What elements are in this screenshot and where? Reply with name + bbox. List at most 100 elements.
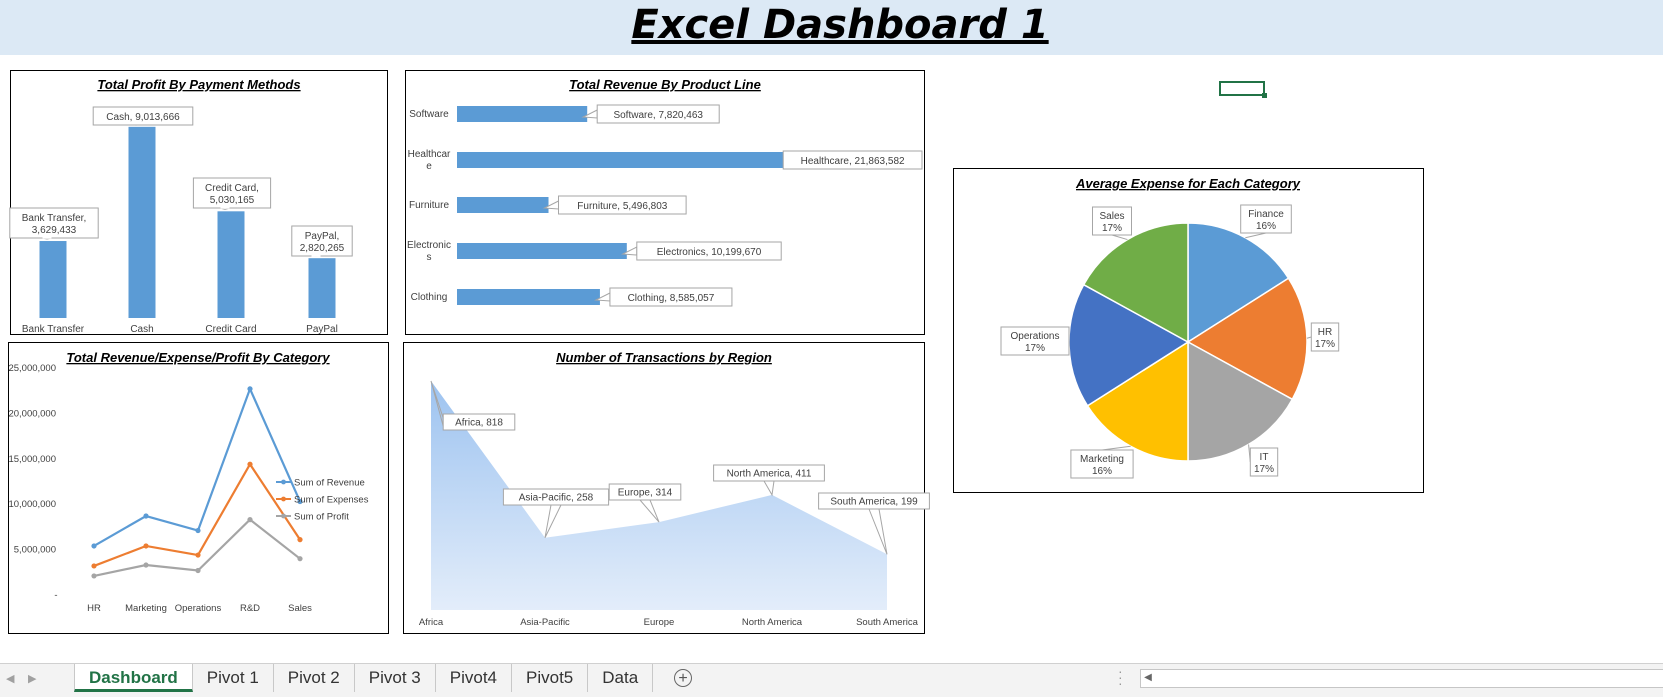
x-tick-label: R&D <box>240 603 260 614</box>
sheet-tab-pivot4[interactable]: Pivot4 <box>436 664 512 692</box>
slice-name: IT <box>1260 452 1269 463</box>
data-point <box>195 528 200 533</box>
bar-software <box>457 106 587 122</box>
sheet-tabs: DashboardPivot 1Pivot 2Pivot 3Pivot4Pivo… <box>74 664 653 692</box>
x-tick-label: Asia-Pacific <box>520 617 570 628</box>
data-point <box>143 513 148 518</box>
y-tick-label: Software <box>409 109 449 120</box>
bar-paypal <box>309 258 336 318</box>
sheet-tab-data[interactable]: Data <box>588 664 653 692</box>
data-label: 2,820,265 <box>300 243 345 254</box>
splitter-dots-icon[interactable]: ··· <box>1118 668 1123 686</box>
data-point <box>91 543 96 548</box>
bar-data-label: Healthcare, 21,863,582 <box>783 151 922 169</box>
pie-data-label: HR17% <box>1307 323 1339 351</box>
data-point <box>143 543 148 548</box>
bar-data-label: Cash, 9,013,666 <box>93 107 193 125</box>
data-point <box>195 568 200 573</box>
x-tick-label: PayPal <box>306 324 338 335</box>
bar-credit-card <box>218 211 245 318</box>
sheet-tab-dashboard[interactable]: Dashboard <box>74 664 193 692</box>
y-tick-label: 5,000,000 <box>14 545 56 556</box>
chart-title: Total Profit By Payment Methods <box>97 77 300 92</box>
y-tick-label: Furniture <box>409 200 449 211</box>
data-point <box>247 517 252 522</box>
slice-name: Operations <box>1011 331 1060 342</box>
data-label: Africa, 818 <box>455 418 503 429</box>
bar-cash <box>129 127 156 318</box>
data-label: Credit Card, <box>205 183 259 194</box>
sheet-tab-pivot-2[interactable]: Pivot 2 <box>274 664 355 692</box>
x-tick-label: North America <box>742 617 803 628</box>
x-tick-label: South America <box>856 617 918 628</box>
horizontal-scrollbar[interactable] <box>1140 669 1663 688</box>
pie-data-label: Marketing16% <box>1071 446 1133 478</box>
data-label: South America, 199 <box>830 497 918 508</box>
add-sheet-icon[interactable]: + <box>674 669 692 687</box>
x-tick-label: Cash <box>130 324 153 335</box>
bar-data-label: Furniture, 5,496,803 <box>545 196 687 214</box>
selected-cell[interactable] <box>1219 81 1265 96</box>
category-line-chart[interactable]: Total Revenue/Expense/Profit By Category… <box>8 342 389 634</box>
y-tick-label: 15,000,000 <box>8 454 56 465</box>
slice-percent: 17% <box>1025 343 1045 354</box>
y-tick-label: s <box>427 252 432 263</box>
x-tick-label: HR <box>87 603 101 614</box>
first-sheet-arrow-icon[interactable]: ◀ <box>6 672 14 685</box>
x-tick-label: Africa <box>419 617 444 628</box>
legend-marker <box>281 497 286 502</box>
pie-data-label: Finance16% <box>1241 205 1292 238</box>
data-label: Furniture, 5,496,803 <box>577 201 667 212</box>
bar-furniture <box>457 197 549 213</box>
slice-percent: 17% <box>1315 339 1335 350</box>
data-label: Electronics, 10,199,670 <box>657 247 762 258</box>
next-sheet-arrow-icon[interactable]: ▶ <box>28 672 36 685</box>
pie-data-label: Operations17% <box>1001 327 1069 355</box>
scroll-left-icon[interactable]: ◀ <box>1140 669 1156 686</box>
bar-bank-transfer <box>40 241 67 318</box>
data-label: PayPal, <box>305 231 339 242</box>
data-label: Cash, 9,013,666 <box>106 112 180 123</box>
slice-percent: 17% <box>1254 464 1274 475</box>
bar-data-label: Clothing, 8,585,057 <box>596 288 732 306</box>
x-tick-label: Operations <box>175 603 222 614</box>
slice-percent: 17% <box>1102 223 1122 234</box>
sheet-tab-pivot-1[interactable]: Pivot 1 <box>193 664 274 692</box>
slice-name: Sales <box>1099 211 1124 222</box>
data-point <box>297 537 302 542</box>
chart-title: Average Expense for Each Category <box>1075 176 1301 191</box>
bar-data-label: Electronics, 10,199,670 <box>623 242 781 260</box>
bar-data-label: Bank Transfer,3,629,433 <box>10 208 98 239</box>
data-point <box>143 562 148 567</box>
chart-title: Number of Transactions by Region <box>556 350 772 365</box>
data-label: Europe, 314 <box>618 488 673 499</box>
x-tick-label: Sales <box>288 603 312 614</box>
data-point <box>247 462 252 467</box>
x-tick-label: Credit Card <box>205 324 256 335</box>
bar-electronics <box>457 243 627 259</box>
data-label: North America, 411 <box>727 469 812 480</box>
chart-title: Total Revenue/Expense/Profit By Category <box>66 350 330 365</box>
y-tick-label: e <box>426 161 432 172</box>
region-area-chart[interactable]: Number of Transactions by Region Africa As… <box>403 342 925 634</box>
product-line-chart[interactable]: Total Revenue By Product LineSoftwareSof… <box>405 70 925 335</box>
x-tick-label: Marketing <box>125 603 167 614</box>
y-tick-label: 20,000,000 <box>8 408 56 419</box>
slice-name: Marketing <box>1080 454 1124 465</box>
payment-methods-chart[interactable]: Total Profit By Payment Methods Bank Tran… <box>10 70 388 335</box>
sheet-tab-pivot-3[interactable]: Pivot 3 <box>355 664 436 692</box>
legend-label: Sum of Expenses <box>294 495 369 506</box>
y-tick-label: 25,000,000 <box>8 363 56 374</box>
legend-marker <box>281 514 286 519</box>
sheet-tab-pivot5[interactable]: Pivot5 <box>512 664 588 692</box>
data-point <box>195 552 200 557</box>
x-tick-label: Europe <box>644 617 675 628</box>
bar-data-label: Software, 7,820,463 <box>583 105 719 123</box>
data-label: Bank Transfer, <box>22 213 86 224</box>
data-point <box>297 556 302 561</box>
data-point <box>247 386 252 391</box>
y-tick-label: Electronic <box>407 240 451 251</box>
sheet-tab-bar: ◀ ▶ DashboardPivot 1Pivot 2Pivot 3Pivot4… <box>0 663 1663 697</box>
expense-pie-chart[interactable]: Average Expense for Each Category Finance… <box>953 168 1424 493</box>
legend-label: Sum of Revenue <box>294 478 365 489</box>
